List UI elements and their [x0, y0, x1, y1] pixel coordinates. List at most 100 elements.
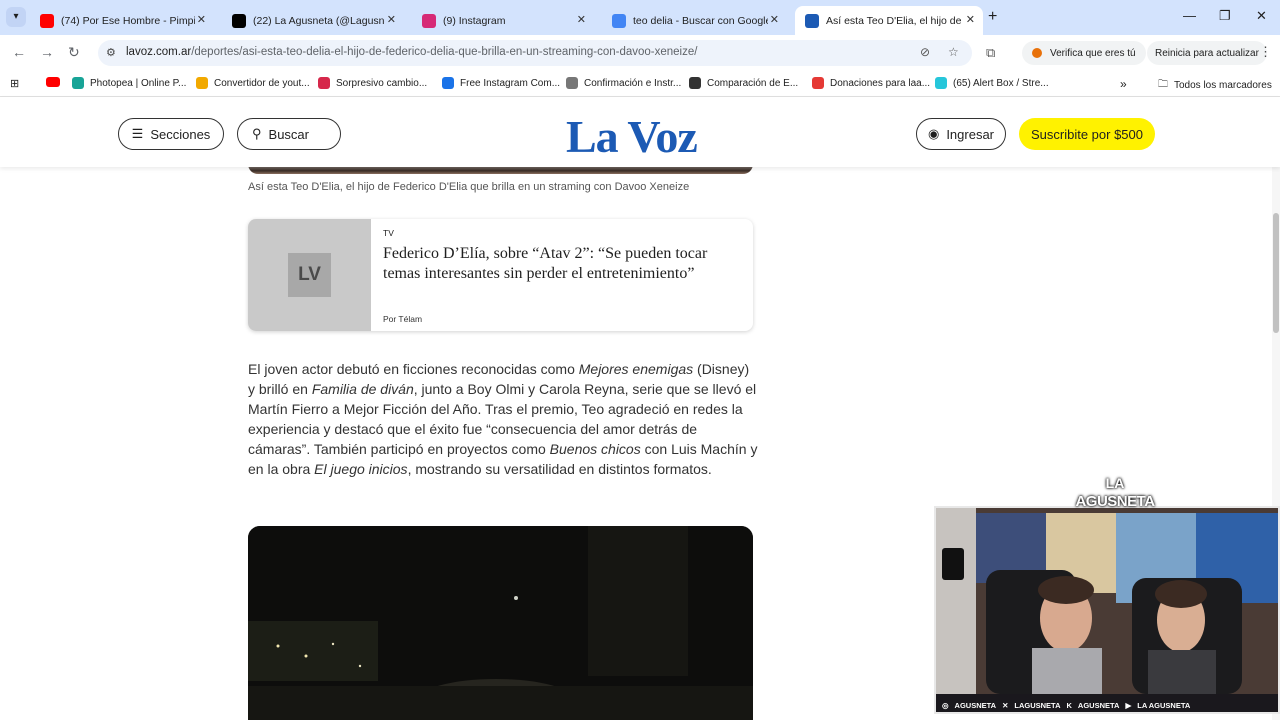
tab-label: (22) La Agusneta (@Lagusneta)	[253, 14, 385, 27]
tab-label: (74) Por Ese Hombre - Pimpinela	[61, 14, 195, 27]
apps-grid-icon[interactable]: ⊞	[10, 77, 19, 90]
bookmark-star-icon[interactable]: ☆	[948, 45, 959, 59]
forward-icon[interactable]: →	[40, 44, 54, 60]
tab-strip: ▾ (74) Por Ese Hombre - Pimpinela✕(22) L…	[0, 0, 1280, 35]
youtube-bookmark-icon[interactable]	[46, 77, 66, 87]
youtube-icon: ▶	[1125, 700, 1132, 710]
image-caption: Así esta Teo D'Elia, el hijo de Federico…	[248, 181, 690, 193]
related-author: Por Télam	[383, 314, 423, 324]
close-window-icon[interactable]: ✕	[1256, 8, 1267, 24]
paragraph-text: El joven actor debutó en ficciones recon…	[248, 361, 579, 377]
bookmark-item[interactable]: Comparación de E...	[689, 77, 798, 89]
url-host: lavoz.com.ar	[126, 46, 192, 58]
article-photo	[248, 526, 753, 720]
related-section: TV	[383, 228, 394, 238]
x-icon: ✕	[1002, 700, 1009, 710]
paragraph-text: , mostrando su versatilidad en distintos…	[407, 461, 712, 478]
bookmark-item[interactable]: Donaciones para laa...	[812, 77, 930, 89]
minimize-icon[interactable]: —	[1183, 8, 1196, 23]
browser-tab[interactable]: Así esta Teo D'Elia, el hijo de Fe ✕	[795, 6, 983, 35]
bookmark-item[interactable]: Convertidor de yout...	[196, 77, 310, 89]
close-tab-icon[interactable]: ✕	[770, 13, 779, 26]
bookmarks-bar: ⊞ Photopea | Online P... Convertidor de y…	[0, 71, 1280, 97]
bookmark-label: Photopea | Online P...	[90, 77, 187, 89]
bookmark-favicon-icon	[935, 77, 947, 89]
login-label: Ingresar	[946, 126, 995, 142]
bookmark-favicon-icon	[318, 77, 330, 89]
update-button[interactable]: Reinicia para actualizar	[1147, 41, 1267, 65]
all-bookmarks-folder[interactable]: 🗀 Todos los marcadores	[1158, 77, 1272, 94]
kick-icon: K	[1066, 700, 1072, 710]
bookmark-item[interactable]: (65) Alert Box / Stre...	[935, 77, 1049, 89]
all-bookmarks-label: Todos los marcadores	[1174, 80, 1272, 91]
tab-label: teo delia - Buscar con Google	[633, 14, 768, 27]
subscribe-label: Suscribite por $500	[1030, 126, 1143, 142]
lavoz-icon	[805, 13, 819, 28]
bookmark-favicon-icon	[566, 77, 578, 89]
social-handle: AGUSNETA	[954, 700, 997, 710]
browser-tab[interactable]: (74) Por Ese Hombre - Pimpinela✕	[30, 6, 214, 35]
browser-tab[interactable]: (9) Instagram ✕	[412, 6, 594, 35]
social-handle: AGUSNETA	[1077, 700, 1120, 710]
related-title[interactable]: Federico D’Elía, sobre “Atav 2”: “Se pue…	[383, 244, 743, 284]
italic-title: Mejores enemigas	[578, 361, 694, 377]
close-tab-icon[interactable]: ✕	[966, 13, 975, 26]
more-bookmarks-icon[interactable]: »	[1120, 77, 1127, 91]
url-text[interactable]: lavoz.com.ar/deportes/asi-esta-teo-delia…	[126, 46, 697, 58]
sections-label: Secciones	[150, 126, 211, 142]
sections-button[interactable]: ☰ Secciones	[118, 118, 224, 150]
italic-title: Familia de diván	[311, 381, 414, 398]
stream-logo-line1: LA	[1105, 475, 1125, 491]
instagram-icon	[422, 13, 436, 28]
related-article-card[interactable]: LV TV Federico D’Elía, sobre “Atav 2”: “…	[248, 219, 753, 331]
search-icon: ⚲	[252, 126, 262, 141]
login-button[interactable]: ◉ Ingresar	[916, 118, 1006, 150]
bookmark-label: Confirmación e Instr...	[584, 77, 682, 89]
close-tab-icon[interactable]: ✕	[197, 13, 206, 26]
bookmark-label: Comparación de E...	[707, 77, 799, 89]
eye-off-icon[interactable]: ⊘	[920, 45, 930, 59]
bookmark-item[interactable]: Sorpresivo cambio...	[318, 77, 427, 89]
related-thumbnail: LV	[248, 219, 371, 331]
italic-title: El juego inicios	[314, 461, 408, 478]
reload-icon[interactable]: ↻	[68, 44, 80, 61]
folder-icon: 🗀	[1158, 79, 1168, 90]
night-scene-image	[248, 526, 753, 720]
update-label: Reinicia para actualizar	[1155, 47, 1259, 59]
bookmark-label: (65) Alert Box / Stre...	[953, 77, 1049, 89]
bookmark-favicon-icon	[689, 77, 701, 89]
verify-chip[interactable]: Verifica que eres tú	[1022, 41, 1146, 65]
user-icon: ◉	[927, 126, 940, 141]
subscribe-button[interactable]: Suscribite por $500	[1019, 118, 1155, 150]
site-logo[interactable]: La Voz	[566, 110, 698, 163]
browser-tab[interactable]: (22) La Agusneta (@Lagusneta)✕	[222, 6, 404, 35]
instagram-icon: ◎	[942, 700, 949, 710]
italic-title: Buenos chicos	[549, 441, 641, 458]
browser-menu-icon[interactable]: ⋮	[1259, 44, 1272, 60]
bookmark-item[interactable]: Free Instagram Com...	[442, 77, 560, 89]
restore-icon[interactable]: ❐	[1219, 8, 1231, 24]
toolbar: ← → ↻ ⚙ lavoz.com.ar/deportes/asi-esta-t…	[0, 35, 1280, 71]
webcam-scene	[936, 508, 1278, 694]
browser-tab[interactable]: teo delia - Buscar con Google ✕	[602, 6, 787, 35]
page-scrollbar-thumb[interactable]	[1273, 213, 1279, 333]
bookmark-item[interactable]: Confirmación e Instr...	[566, 77, 681, 89]
close-tab-icon[interactable]: ✕	[577, 13, 586, 26]
search-button[interactable]: ⚲ Buscar	[237, 118, 341, 150]
bookmark-favicon-icon	[812, 77, 824, 89]
alert-dot-icon	[1032, 48, 1042, 58]
youtube-icon	[40, 13, 54, 28]
new-tab-button[interactable]: +	[988, 8, 997, 26]
tab-search-button[interactable]: ▾	[6, 7, 26, 27]
bookmark-item[interactable]: Photopea | Online P...	[72, 77, 186, 89]
address-bar[interactable]: ⚙ lavoz.com.ar/deportes/asi-esta-teo-del…	[98, 40, 972, 66]
stream-logo-line2: AGUSNETA	[1075, 493, 1155, 510]
bookmark-label: Free Instagram Com...	[460, 77, 561, 89]
extensions-icon[interactable]: ⧉	[986, 45, 995, 61]
google-icon	[612, 13, 626, 28]
bookmark-favicon-icon	[442, 77, 454, 89]
back-icon[interactable]: ←	[12, 44, 26, 60]
site-info-icon[interactable]: ⚙	[106, 46, 116, 59]
close-tab-icon[interactable]: ✕	[387, 13, 396, 26]
bookmark-favicon-icon	[72, 77, 84, 89]
